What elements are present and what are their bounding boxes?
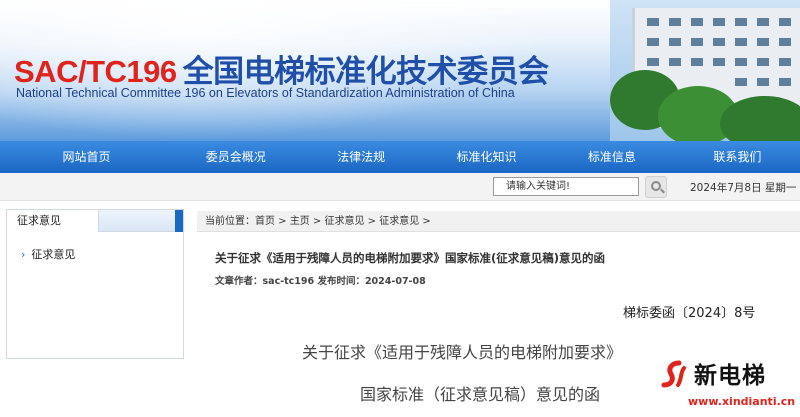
sidebar-title: 征求意见 [7, 210, 99, 232]
committee-code: SAC/TC196 [14, 54, 177, 89]
building-window [779, 18, 791, 26]
xindianti-logo-icon [661, 360, 686, 388]
building-window [735, 38, 747, 46]
sidebar-item-label: 征求意见 [31, 248, 76, 261]
building-window [779, 38, 791, 46]
nav-item-contact[interactable]: 联系我们 [675, 141, 800, 173]
nav-item-knowledge[interactable]: 标准化知识 [424, 141, 549, 173]
building-window [713, 58, 725, 66]
watermark-url: www.xindianti.cn [688, 395, 796, 408]
building-window [647, 38, 659, 46]
watermark: 新电梯 www.xindianti.cn [658, 356, 800, 417]
building-window [757, 18, 769, 26]
sidebar-header: 征求意见 [7, 210, 183, 232]
committee-name-cn: 全国电梯标准化技术委员会 [182, 54, 550, 89]
building-window [647, 18, 659, 26]
building-window [691, 18, 703, 26]
building-window [757, 38, 769, 46]
current-date: 2024年7月8日 星期一 [690, 182, 797, 194]
search-input[interactable]: 请输入关键词! [493, 177, 639, 196]
building-window [691, 58, 703, 66]
building-window [713, 18, 725, 26]
search-button[interactable] [645, 176, 667, 198]
search-bar: 请输入关键词! 2024年7月8日 星期一 [0, 173, 800, 201]
sidebar-item-solicit[interactable]: › 征求意见 [21, 246, 75, 262]
article-body-line-1: 关于征求《适用于残障人员的电梯附加要求》 [302, 343, 623, 362]
building-window [735, 18, 747, 26]
building-window [669, 58, 681, 66]
building-window [757, 78, 769, 86]
nav-item-about[interactable]: 委员会概况 [173, 141, 298, 173]
building-photo [610, 0, 800, 141]
search-icon-handle [660, 188, 665, 194]
article-title: 关于征求《适用于残障人员的电梯附加要求》国家标准(征求意见稿)意见的函 [215, 251, 606, 265]
building-window [779, 58, 791, 66]
document-number: 梯标委函〔2024〕8号 [623, 306, 756, 321]
building-window [735, 78, 747, 86]
nav-item-laws[interactable]: 法律法规 [298, 141, 423, 173]
sidebar-header-accent [175, 210, 183, 232]
building-window [669, 38, 681, 46]
building-window [779, 78, 791, 86]
site-logo-title[interactable]: SAC/TC196 全国电梯标准化技术委员会 [14, 46, 549, 91]
building-window [735, 58, 747, 66]
article-meta: 文章作者：sac-tc196 发布时间：2024-07-08 [215, 276, 426, 287]
nav-item-standards[interactable]: 标准信息 [549, 141, 674, 173]
main-nav: 网站首页 委员会概况 法律法规 标准化知识 标准信息 联系我们 [0, 141, 800, 173]
committee-name-en: National Technical Committee 196 on Elev… [16, 86, 515, 100]
building-window [757, 58, 769, 66]
watermark-name: 新电梯 [694, 363, 766, 389]
building-window [669, 18, 681, 26]
nav-item-home[interactable]: 网站首页 [0, 141, 173, 173]
building-window [713, 38, 725, 46]
building-window [691, 38, 703, 46]
breadcrumb[interactable]: 当前位置：首页 > 主页 > 征求意见 > 征求意见 > [197, 211, 800, 232]
article-body-line-2: 国家标准（征求意见稿）意见的函 [360, 385, 601, 404]
building-window [647, 58, 659, 66]
site-banner: SAC/TC196 全国电梯标准化技术委员会 National Technical… [0, 0, 800, 141]
sidebar: 征求意见 › 征求意见 [6, 209, 184, 359]
chevron-right-icon: › [21, 248, 26, 261]
